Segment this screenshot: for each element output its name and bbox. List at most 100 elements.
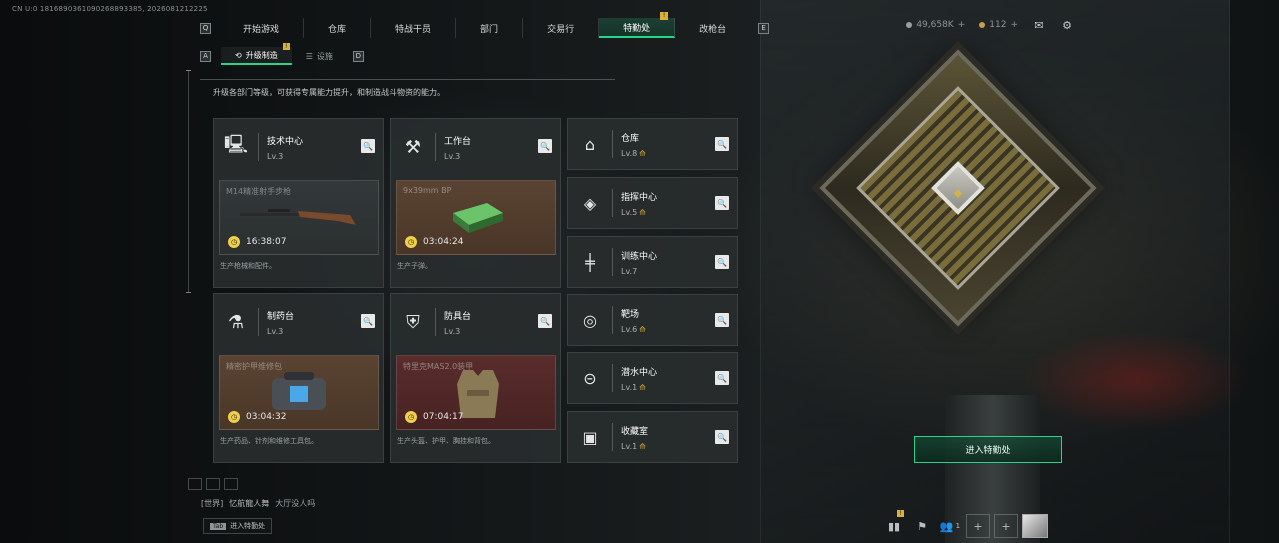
upgrade-star-icon: ⟰ (639, 207, 646, 217)
production-slot[interactable]: 精密护甲维修包 ◷ 03:04:32 (219, 355, 379, 430)
facility-card-command-center[interactable]: ◈ 指挥中心 Lv.5 ⟰ 🔍 (567, 177, 738, 229)
card-level-row: Lv.5 ⟰ (621, 208, 657, 217)
search-icon[interactable]: 🔍 (538, 139, 552, 153)
card-title: 仓库 (621, 133, 640, 144)
clock-icon: ◷ (405, 236, 417, 248)
facility-card-shooting-range[interactable]: ◎ 靶场 Lv.6 ⟰ 🔍 (567, 294, 738, 346)
card-title: 指挥中心 (621, 192, 658, 203)
card-header: ⛨ 防具台 Lv.3 🔍 (391, 294, 560, 350)
search-icon[interactable]: 🔍 (538, 314, 552, 328)
tab-trading[interactable]: 交易行 (523, 18, 600, 38)
upgrade-star-icon: ⟰ (639, 324, 646, 334)
gold-currency[interactable]: 112 + (979, 20, 1018, 30)
card-header: ⚒ 工作台 Lv.3 🔍 (391, 119, 560, 175)
subnav-next-key[interactable]: D (352, 50, 364, 62)
production-timer: ◷ 03:04:32 (228, 411, 286, 423)
workshop-card-workbench[interactable]: ⚒ 工作台 Lv.3 🔍 9x39mm BP ◷ 03:04:24 生产子弹。 (390, 118, 561, 288)
card-text: 收藏室 Lv.1 ⟰ (621, 424, 648, 451)
tab-start-game[interactable]: 开始游戏 (219, 18, 305, 38)
gold-amount: 112 (989, 20, 1007, 30)
facility-card-dive-center[interactable]: ⊝ 潜水中心 Lv.1 ⟰ 🔍 (567, 352, 738, 404)
stats-icon[interactable]: ▮▮! (882, 510, 906, 538)
subtab-upgrade-manufacture[interactable]: ⟲ 升级制造! (221, 43, 292, 65)
workshop-card-pharmacy[interactable]: ⚗ 制药台 Lv.3 🔍 精密护甲维修包 ◷ 03:04:32 生产药品、针剂和维… (213, 293, 384, 463)
flag-icon[interactable]: ⚑ (910, 514, 934, 538)
add-teammate-button[interactable]: + (994, 514, 1018, 538)
subnav-prev-key[interactable]: A (200, 50, 211, 62)
avatar[interactable] (1022, 514, 1048, 538)
production-timer: ◷ 03:04:24 (405, 236, 463, 248)
clock-icon: ◷ (405, 411, 417, 423)
production-slot[interactable]: 特里克MAS2.0装甲 ◷ 07:04:17 (396, 355, 556, 430)
search-icon[interactable]: 🔍 (361, 314, 375, 328)
search-icon[interactable]: 🔍 (715, 137, 729, 151)
tab-label: 特战干员 (395, 24, 432, 35)
card-level: Lv.5 (621, 207, 638, 217)
cube-core-center (953, 189, 963, 198)
tab-hint[interactable]: Tab 进入特勤处 (203, 518, 273, 534)
production-slot[interactable]: 9x39mm BP ◷ 03:04:24 (396, 180, 556, 255)
subtab-label: 设施 (316, 51, 333, 61)
friends-button[interactable]: 👥 1 (938, 514, 962, 538)
quick-slot[interactable] (206, 478, 220, 490)
divider (258, 133, 259, 161)
quick-slot[interactable] (188, 478, 202, 490)
tab-gunsmith[interactable]: 改枪台 (675, 18, 750, 38)
cube-dot (953, 189, 963, 198)
search-icon[interactable]: 🔍 (715, 430, 729, 444)
sub-nav: A ⟲ 升级制造! ☰ 设施 D (200, 43, 364, 65)
tab-label: 交易行 (547, 24, 575, 35)
quick-slot[interactable] (224, 478, 238, 490)
tab-department[interactable]: 部门 (456, 18, 524, 38)
divider (258, 308, 259, 336)
card-footer: 生产枪械和配件。 (220, 262, 276, 270)
card-title: 收藏室 (621, 426, 649, 437)
time-remaining: 16:38:07 (246, 237, 287, 247)
chat-line[interactable]: [世界] 忆航龍人舞 大厅没人吗 (201, 498, 315, 509)
workshop-card-armor-bench[interactable]: ⛨ 防具台 Lv.3 🔍 特里克MAS2.0装甲 ◷ 07:04:17 生产头盔、… (390, 293, 561, 463)
card-text: 指挥中心 Lv.5 ⟰ (621, 190, 657, 217)
friends-count: 1 (955, 522, 961, 530)
production-slot[interactable]: M14精准射手步枪 ◷ 16:38:07 (219, 180, 379, 255)
divider (612, 189, 613, 217)
clock-icon: ◷ (228, 411, 240, 423)
card-footer: 生产子弹。 (397, 262, 432, 270)
card-level-row: Lv.6 ⟰ (621, 325, 646, 334)
card-text: 防具台 Lv.3 (444, 309, 471, 336)
settings-gear-icon[interactable]: ⚙ (1060, 18, 1074, 32)
subtab-label: 升级制造 (245, 50, 278, 60)
nav-next-key[interactable]: E (758, 22, 770, 34)
card-text: 工作台 Lv.3 (444, 134, 471, 161)
facility-card-warehouse[interactable]: ⌂ 仓库 Lv.8 ⟰ 🔍 (567, 118, 738, 170)
search-icon[interactable]: 🔍 (715, 371, 729, 385)
search-icon[interactable]: 🔍 (715, 313, 729, 327)
card-level: Lv.3 (444, 326, 461, 336)
workshop-card-tech-center[interactable]: 🖳 技术中心 Lv.3 🔍 M14精准射手步枪 ◷ 16:38:07 生产枪械和配… (213, 118, 384, 288)
search-icon[interactable]: 🔍 (715, 196, 729, 210)
card-text: 训练中心 Lv.7 (621, 249, 657, 276)
upgrade-icon: ⟲ (235, 50, 242, 60)
facility-card-training-center[interactable]: ╪ 训练中心 Lv.7 🔍 (567, 236, 738, 288)
facility-card-collection-room[interactable]: ▣ 收藏室 Lv.1 ⟰ 🔍 (567, 411, 738, 463)
enter-special-ops-button[interactable]: 进入特勤处 (914, 436, 1062, 463)
chat-message: 大厅没人吗 (275, 499, 316, 508)
nav-prev-key[interactable]: Q (200, 22, 211, 34)
divider (612, 364, 613, 392)
divider (612, 306, 613, 334)
mail-icon[interactable]: ✉ (1032, 18, 1046, 32)
search-icon[interactable]: 🔍 (361, 139, 375, 153)
search-icon[interactable]: 🔍 (715, 255, 729, 269)
tab-warehouse[interactable]: 仓库 (304, 18, 372, 38)
divider (200, 79, 615, 80)
add-teammate-button[interactable]: + (966, 514, 990, 538)
tab-operators[interactable]: 特战干员 (371, 18, 457, 38)
production-timer: ◷ 07:04:17 (405, 411, 463, 423)
tab-special-ops[interactable]: 特勤处! (599, 12, 676, 38)
chat-sender: 忆航龍人舞 (229, 499, 270, 508)
silver-currency[interactable]: 49,658K + (906, 20, 965, 30)
card-level: Lv.7 (621, 266, 638, 276)
subtab-facility[interactable]: ☰ 设施 (292, 47, 347, 65)
card-level: Lv.3 (267, 326, 284, 336)
top-nav: Q 开始游戏 仓库 特战干员 部门 交易行 特勤处! 改枪台 E (200, 12, 770, 38)
silver-amount: 49,658K (916, 20, 954, 30)
